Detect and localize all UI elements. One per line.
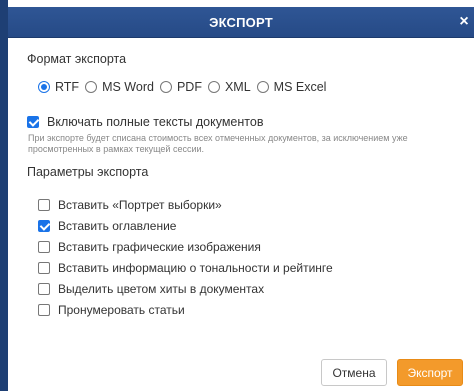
format-option-label: MS Excel [273,80,327,94]
param-label: Вставить графические изображения [58,239,261,254]
param-label: Пронумеровать статьи [58,302,185,317]
format-option-xml[interactable]: XML [207,80,251,94]
dialog-header: ЭКСПОРТ × [8,7,474,38]
param-checkbox[interactable] [38,240,50,253]
window-frame [0,0,8,391]
param-number-articles[interactable]: Пронумеровать статьи [38,299,333,320]
include-full-texts-label: Включать полные тексты документов [47,115,264,129]
param-label: Вставить информацию о тональности и рейт… [58,260,333,275]
radio-xml[interactable] [207,81,220,93]
export-dialog: ЭКСПОРТ × Формат экспорта RTF MS Word PD… [8,7,474,391]
include-full-texts-checkbox[interactable] [27,116,39,128]
param-checkbox[interactable] [38,219,50,232]
param-checkbox[interactable] [38,282,50,295]
format-heading: Формат экспорта [27,52,127,66]
param-label: Вставить оглавление [58,218,177,233]
format-radio-group: RTF MS Word PDF XML MS Excel [38,79,332,95]
param-label: Выделить цветом хиты в документах [58,281,265,296]
format-option-pdf[interactable]: PDF [159,80,202,94]
param-insert-sentiment[interactable]: Вставить информацию о тональности и рейт… [38,257,333,278]
param-insert-images[interactable]: Вставить графические изображения [38,236,333,257]
params-heading: Параметры экспорта [27,165,149,179]
charge-note: При экспорте будет списана стоимость все… [28,133,408,154]
include-full-texts-option[interactable]: Включать полные тексты документов [27,115,263,129]
close-icon[interactable]: × [456,13,472,31]
param-insert-toc[interactable]: Вставить оглавление [38,215,333,236]
radio-msword[interactable] [85,81,98,93]
format-option-label: XML [224,80,251,94]
format-option-label: MS Word [102,80,154,94]
export-button[interactable]: Экспорт [397,359,463,386]
format-option-msword[interactable]: MS Word [85,80,154,94]
param-checkbox[interactable] [38,198,50,211]
param-insert-portrait[interactable]: Вставить «Портрет выборки» [38,194,333,215]
radio-msexcel[interactable] [256,81,269,93]
params-list: Вставить «Портрет выборки» Вставить огла… [38,194,333,320]
param-label: Вставить «Портрет выборки» [58,197,222,212]
param-highlight-hits[interactable]: Выделить цветом хиты в документах [38,278,333,299]
format-option-label: RTF [55,80,80,94]
format-option-rtf[interactable]: RTF [38,80,79,94]
param-checkbox[interactable] [38,261,50,274]
radio-rtf[interactable] [38,81,50,93]
dialog-title: ЭКСПОРТ [209,15,273,30]
radio-pdf[interactable] [159,81,172,93]
cancel-button[interactable]: Отмена [321,359,387,386]
format-option-label: PDF [176,80,202,94]
param-checkbox[interactable] [38,303,50,316]
format-option-msexcel[interactable]: MS Excel [256,80,327,94]
